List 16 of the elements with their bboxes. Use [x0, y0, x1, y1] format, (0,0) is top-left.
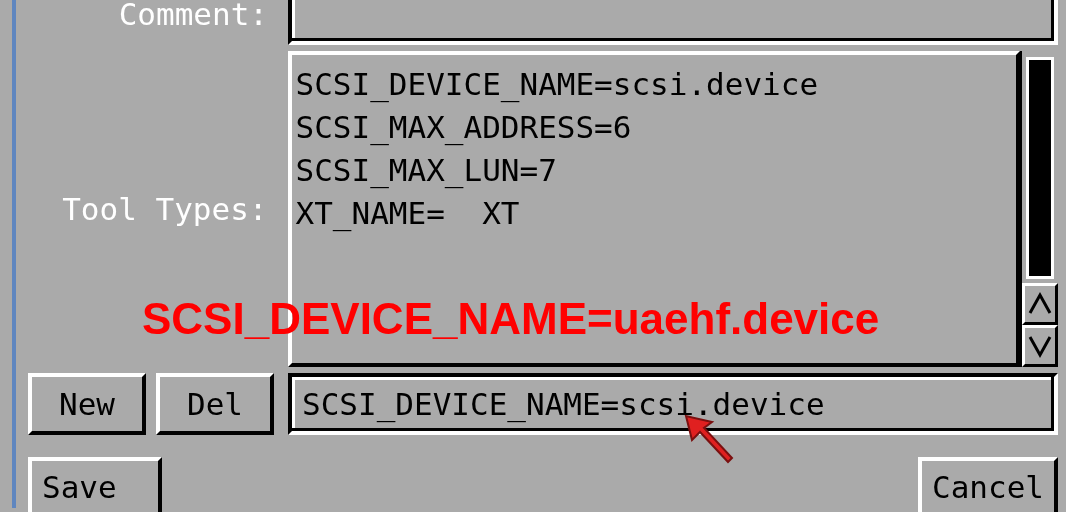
comment-field[interactable] [288, 0, 1058, 45]
list-button[interactable]: New [28, 373, 146, 435]
tool-type-entry[interactable]: SCSI_MAX_LUN=7 [295, 149, 1013, 192]
scroll-down-button[interactable] [1022, 325, 1058, 367]
annotation-caption: SCSI_DEVICE_NAME=uaehf.device [142, 293, 880, 345]
tool-type-input[interactable]: SCSI_DEVICE_NAME=scsi.device [288, 373, 1058, 435]
list-button[interactable]: Del [156, 373, 274, 435]
tool-types-label: Tool Types: [62, 191, 268, 227]
comment-label: Comment: [118, 0, 268, 32]
dialog-button[interactable]: Cancel [918, 457, 1058, 512]
scroll-up-button[interactable] [1022, 283, 1058, 325]
tool-type-entry[interactable]: SCSI_MAX_ADDRESS=6 [295, 106, 1013, 149]
dialog-button[interactable]: Save [28, 457, 162, 512]
scrollbar-knob[interactable] [1026, 57, 1054, 279]
tool-type-entry[interactable]: SCSI_DEVICE_NAME=scsi.device [295, 63, 1013, 106]
tool-type-entry[interactable]: XT_NAME= XT [295, 192, 1013, 235]
